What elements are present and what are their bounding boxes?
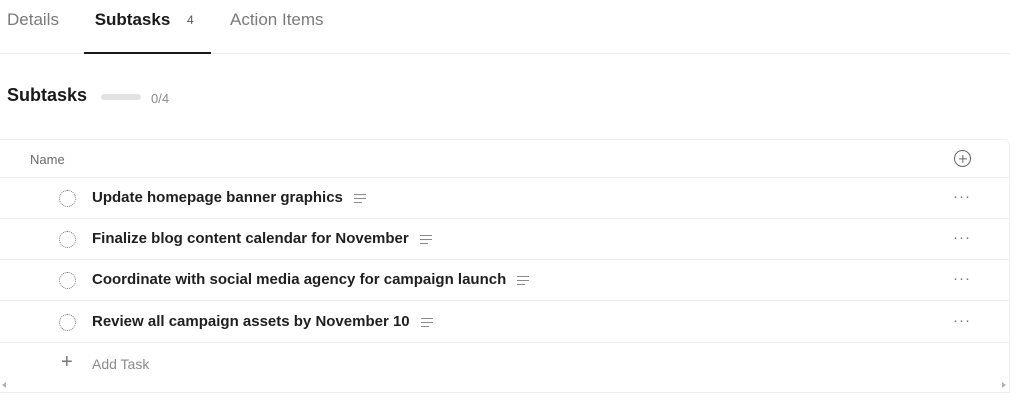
description-icon	[517, 275, 530, 285]
tab-action-items[interactable]: Action Items	[230, 10, 324, 54]
tab-subtasks-count-badge: 4	[186, 13, 194, 27]
tab-subtasks[interactable]: Subtasks 4	[84, 10, 211, 54]
table-row[interactable]: Update homepage banner graphics ···	[0, 178, 1009, 219]
task-title[interactable]: Finalize blog content calendar for Novem…	[92, 230, 432, 247]
add-task-label: Add Task	[92, 356, 150, 372]
tab-action-items-label: Action Items	[230, 10, 324, 29]
task-status-icon[interactable]	[59, 190, 76, 207]
description-icon	[420, 317, 433, 327]
task-status-icon[interactable]	[59, 272, 76, 289]
add-task-button[interactable]: + Add Task	[0, 344, 1009, 384]
row-more-icon[interactable]: ···	[953, 188, 971, 205]
table-row[interactable]: Coordinate with social media agency for …	[0, 260, 1009, 301]
table-row[interactable]: Review all campaign assets by November 1…	[0, 302, 1009, 343]
scroll-right-arrow-icon[interactable]	[1002, 382, 1006, 388]
task-title-text: Finalize blog content calendar for Novem…	[92, 230, 409, 247]
tab-bar: Details Subtasks 4 Action Items	[0, 0, 1010, 54]
task-title[interactable]: Review all campaign assets by November 1…	[92, 313, 433, 330]
subtasks-progress-bar	[101, 94, 142, 100]
add-column-icon[interactable]	[954, 150, 971, 167]
subtasks-table: Name Update homepage banner graphics ···…	[0, 139, 1010, 393]
column-header-name: Name	[30, 152, 65, 167]
subtasks-section-header: Subtasks 0/4	[7, 82, 169, 108]
task-status-icon[interactable]	[59, 314, 76, 331]
tab-details-label: Details	[7, 10, 59, 29]
task-status-icon[interactable]	[59, 231, 76, 248]
tab-details[interactable]: Details	[7, 10, 59, 54]
subtasks-progress-text: 0/4	[151, 90, 170, 106]
table-header: Name	[0, 140, 1009, 178]
table-row[interactable]: Finalize blog content calendar for Novem…	[0, 219, 1009, 260]
tab-subtasks-label: Subtasks	[94, 10, 171, 29]
scroll-left-arrow-icon[interactable]	[2, 382, 6, 388]
task-title[interactable]: Coordinate with social media agency for …	[92, 271, 530, 288]
plus-icon: +	[61, 351, 73, 373]
row-more-icon[interactable]: ···	[953, 229, 971, 246]
task-title-text: Update homepage banner graphics	[92, 189, 343, 206]
description-icon	[353, 193, 366, 203]
row-more-icon[interactable]: ···	[953, 270, 971, 287]
task-title[interactable]: Update homepage banner graphics	[92, 189, 366, 206]
section-title: Subtasks	[7, 84, 88, 105]
active-tab-underline	[84, 52, 211, 54]
task-title-text: Coordinate with social media agency for …	[92, 271, 507, 288]
description-icon	[419, 234, 432, 244]
row-more-icon[interactable]: ···	[953, 312, 971, 329]
task-title-text: Review all campaign assets by November 1…	[92, 313, 410, 330]
